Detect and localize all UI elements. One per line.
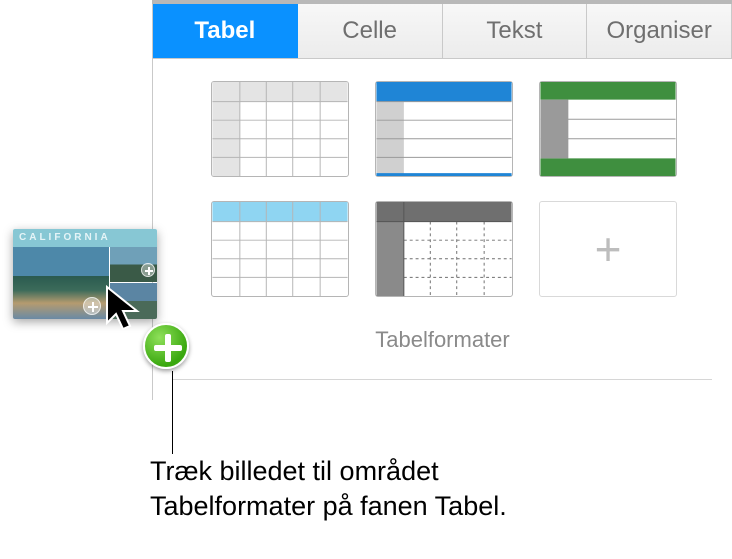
tab-row: Tabel Celle Tekst Organiser — [152, 4, 732, 59]
tab-celle[interactable]: Celle — [298, 4, 443, 58]
table-styles-grid: + — [211, 81, 677, 297]
table-style-preview — [540, 82, 676, 176]
table-style-3[interactable] — [539, 81, 677, 177]
tab-tekst[interactable]: Tekst — [443, 4, 588, 58]
dragged-image-sub-2 — [110, 283, 157, 319]
table-style-preview — [376, 202, 512, 296]
table-style-preview — [212, 82, 348, 176]
caption-line-2: Tabelformater på fanen Tabel. — [150, 489, 507, 524]
tab-label: Tekst — [486, 17, 542, 45]
tab-label: Celle — [342, 17, 397, 45]
tab-tabel[interactable]: Tabel — [153, 4, 298, 58]
plus-icon: + — [595, 226, 622, 272]
add-table-style-button[interactable]: + — [539, 201, 677, 297]
inspector-body: + Tabelformater — [152, 59, 732, 400]
table-styles-label: Tabelformater — [153, 327, 732, 353]
table-style-2[interactable] — [375, 81, 513, 177]
add-photo-icon — [141, 263, 155, 277]
dragged-image-title: CALIFORNIA — [13, 229, 157, 247]
add-photo-icon — [83, 297, 101, 315]
dragged-image-preview[interactable]: CALIFORNIA — [13, 229, 157, 319]
tab-label: Organiser — [606, 17, 711, 45]
table-style-preview — [212, 202, 348, 296]
tab-label: Tabel — [194, 17, 255, 45]
table-style-5[interactable] — [375, 201, 513, 297]
callout-line — [172, 371, 173, 454]
table-style-4[interactable] — [211, 201, 349, 297]
caption-line-1: Træk billedet til området — [150, 454, 507, 489]
caption: Træk billedet til området Tabelformater … — [150, 454, 507, 524]
tab-organiser[interactable]: Organiser — [587, 4, 732, 58]
section-label-text: Tabelformater — [375, 327, 510, 352]
section-divider — [173, 379, 712, 380]
inspector-panel: Tabel Celle Tekst Organiser — [152, 0, 732, 400]
table-style-preview — [376, 82, 512, 176]
table-style-1[interactable] — [211, 81, 349, 177]
